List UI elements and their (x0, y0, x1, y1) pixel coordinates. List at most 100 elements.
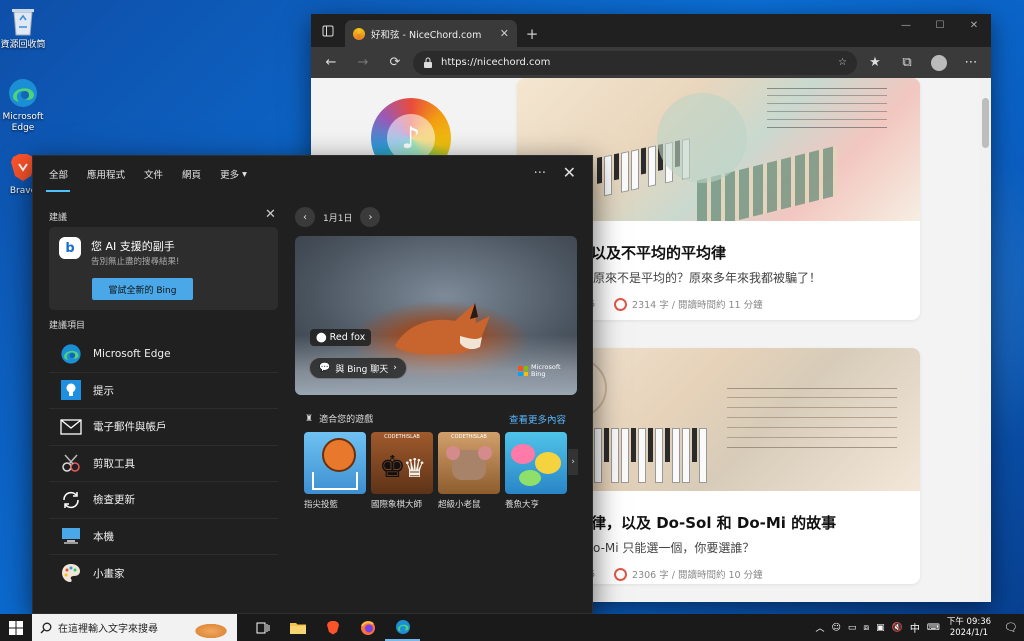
chevron-left-icon[interactable]: ‹ (295, 207, 315, 227)
chevron-up-icon[interactable]: ︿ (815, 621, 824, 634)
game-item[interactable]: 指尖投籃 (304, 432, 366, 510)
game-title: 指尖投籃 (304, 500, 339, 510)
app-item-edge[interactable]: Microsoft Edge (49, 336, 278, 373)
chat-icon: 💬 (319, 363, 331, 373)
app-item-paint[interactable]: 小畫家 (49, 555, 278, 592)
app-item-this-pc[interactable]: 本機 (49, 519, 278, 555)
brave-taskbar-button[interactable] (315, 614, 350, 641)
task-view-button[interactable] (245, 614, 280, 641)
keyboard-icon[interactable]: ⌨ (927, 623, 940, 633)
recycle-bin-icon (6, 4, 40, 38)
firefox-taskbar-button[interactable] (350, 614, 385, 641)
browser-titlebar: 好和弦 - NiceChord.com ✕ + — ☐ ✕ (311, 14, 991, 47)
scrollbar-thumb[interactable] (982, 98, 989, 148)
games-list: 指尖投籃 CODETHISLAB ♚ ♛ 國際象棋大師 CODETHISLAB … (304, 432, 567, 510)
new-tab-button[interactable]: + (517, 20, 547, 47)
notification-icon[interactable]: 🗨 (1004, 621, 1018, 634)
browser-tab[interactable]: 好和弦 - NiceChord.com ✕ (345, 20, 517, 47)
address-bar[interactable]: https://nicechord.com ☆ (413, 50, 857, 75)
start-button[interactable] (0, 614, 32, 641)
collections-button[interactable]: ⧉ (893, 50, 921, 76)
network-icon[interactable]: ▣ (876, 623, 885, 633)
tab-actions-button[interactable] (311, 14, 345, 47)
tab-all[interactable]: 全部 (45, 156, 79, 192)
site-favicon (353, 27, 365, 40)
browser-toolbar: ← → ⟳ https://nicechord.com ☆ ★ ⧉ ⋯ (311, 47, 991, 78)
file-explorer-button[interactable] (280, 614, 315, 641)
taskbar-search-input[interactable]: 在這裡輸入文字來搜尋 (32, 614, 237, 641)
search-panel: 全部 應用程式 文件 網頁 更多 ▾ ··· ✕ 建議 ✕ b 您 AI 支援的… (32, 155, 593, 614)
firefox-icon (360, 620, 375, 635)
game-thumbnail: CODETHISLAB ♚ ♛ (371, 432, 433, 494)
suggested-apps-list: Microsoft Edge 提示 電子郵件與帳戶 剪取工具 檢查更新 本機 小… (49, 336, 278, 592)
lightbulb-icon (59, 378, 83, 402)
camera-icon[interactable]: ⧈ (863, 623, 869, 633)
chevron-down-icon: ▾ (242, 168, 247, 180)
volume-muted-icon[interactable]: 🔇 (892, 623, 903, 633)
desktop-icon-edge[interactable]: Microsoft Edge (0, 76, 46, 134)
maximize-button[interactable]: ☐ (923, 14, 957, 36)
game-item[interactable]: 養魚大亨 (505, 432, 567, 510)
tab-more[interactable]: 更多 ▾ (220, 156, 258, 192)
date-label: 1月1日 (323, 213, 353, 224)
tab-actions-icon (322, 25, 334, 36)
settings-menu-button[interactable]: ⋯ (957, 50, 985, 76)
windows-logo-icon (9, 620, 23, 635)
page-scrollbar[interactable] (979, 78, 991, 602)
edge-taskbar-button[interactable] (385, 614, 420, 641)
back-button[interactable]: ← (317, 50, 345, 76)
app-item-mail[interactable]: 電子郵件與帳戶 (49, 409, 278, 446)
article-title[interactable]: 以及不平均的平均律 (581, 242, 920, 263)
edge-icon (395, 619, 410, 634)
games-scroll-right-button[interactable]: › (568, 449, 578, 475)
ai-promo-subtitle: 告別無止盡的搜尋結果! (91, 257, 180, 267)
game-item[interactable]: CODETHISLAB 超級小老鼠 (438, 432, 500, 510)
ime-indicator[interactable]: 中 (910, 620, 920, 635)
article-meta: 6 2306 字 / 閱讀時間約 10 分鐘 (589, 567, 763, 581)
minimize-button[interactable]: — (889, 14, 923, 36)
app-item-label: 本機 (93, 530, 114, 543)
app-item-check-updates[interactable]: 檢查更新 (49, 482, 278, 519)
taskbar-clock[interactable]: 下午 09:36 2024/1/1 (947, 617, 991, 639)
tab-apps[interactable]: 應用程式 (87, 156, 136, 192)
game-item[interactable]: CODETHISLAB ♚ ♛ 國際象棋大師 (371, 432, 433, 510)
add-favorite-icon[interactable]: ☆ (838, 57, 847, 68)
desktop-icon-recycle-bin[interactable]: 資源回收筒 (0, 4, 46, 51)
people-icon[interactable]: ☺ (831, 623, 840, 633)
refresh-button[interactable]: ⟳ (381, 50, 409, 76)
app-item-tips[interactable]: 提示 (49, 373, 278, 409)
chat-with-bing-button[interactable]: 💬 與 Bing 聊天 › (309, 357, 407, 379)
bing-hero-image[interactable]: ⬤ Red fox 💬 與 Bing 聊天 › Microsoft Bing (295, 236, 577, 395)
microsoft-logo-icon (518, 366, 528, 376)
dismiss-suggestion-button[interactable]: ✕ (265, 207, 276, 222)
hero-location-tag[interactable]: ⬤ Red fox (310, 329, 372, 346)
app-item-snipping-tool[interactable]: 剪取工具 (49, 446, 278, 482)
close-window-button[interactable]: ✕ (957, 14, 991, 36)
forward-button[interactable]: → (349, 50, 377, 76)
desktop-icon-label: Microsoft Edge (2, 112, 44, 133)
mail-icon (59, 415, 83, 439)
profile-button[interactable] (925, 50, 953, 76)
see-more-link[interactable]: 查看更多內容 (509, 412, 566, 426)
game-controller-icon: ♜ (305, 413, 314, 424)
close-tab-icon[interactable]: ✕ (500, 27, 509, 40)
more-options-button[interactable]: ··· (534, 166, 546, 181)
task-view-icon (256, 622, 269, 633)
app-item-label: 小畫家 (93, 567, 125, 580)
article-title[interactable]: 律，以及 Do-Sol 和 Do-Mi 的故事 (581, 512, 920, 533)
game-thumbnail (505, 432, 567, 494)
search-placeholder: 在這裡輸入文字來搜尋 (58, 624, 158, 635)
tab-documents[interactable]: 文件 (144, 156, 174, 192)
clock-icon (614, 567, 628, 581)
favorites-button[interactable]: ★ (861, 50, 889, 76)
try-bing-button[interactable]: 嘗試全新的 Bing (92, 278, 193, 300)
game-thumbnail: CODETHISLAB (438, 432, 500, 494)
chevron-right-icon[interactable]: › (360, 207, 381, 227)
taskbar: 在這裡輸入文字來搜尋 ︿ ☺ ▭ ⧈ ▣ 🔇 中 ⌨ 下午 09:36 2024… (0, 614, 1024, 641)
display-icon[interactable]: ▭ (848, 623, 857, 633)
date-navigator: ‹ 1月1日 › (295, 207, 381, 227)
tab-web[interactable]: 網頁 (182, 156, 212, 192)
game-thumb-label: CODETHISLAB (451, 434, 487, 440)
close-panel-button[interactable]: ✕ (563, 163, 576, 182)
clock-icon (614, 297, 628, 311)
